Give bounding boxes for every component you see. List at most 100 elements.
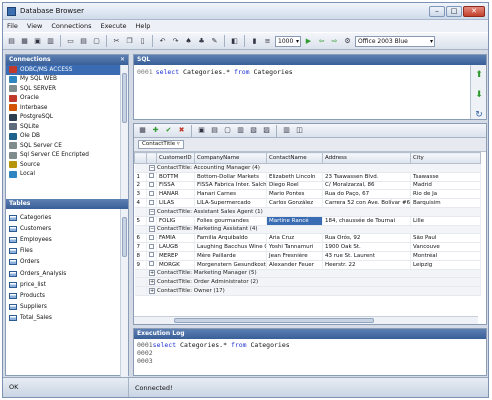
minimize-button[interactable]: – — [429, 5, 445, 17]
copy-icon[interactable]: ❐ — [124, 36, 135, 47]
table-item[interactable]: Customers — [6, 223, 128, 234]
cut-icon[interactable]: ✂ — [111, 36, 122, 47]
checkbox-icon[interactable] — [149, 173, 154, 179]
table-item[interactable]: Orders_Analysis — [6, 268, 128, 279]
company-name-cell[interactable]: Bottom-Dollar Markets — [194, 172, 267, 182]
maximize-button[interactable]: □ — [446, 5, 462, 17]
column-header[interactable]: City — [410, 152, 481, 164]
customer-id-cell[interactable]: FAMIA — [156, 233, 195, 244]
contact-name-cell[interactable]: Carlos González — [266, 198, 323, 208]
customer-id-cell[interactable]: MORGK — [156, 260, 195, 270]
connection-item[interactable]: Sql Server CE Encripted — [6, 151, 128, 161]
row-checkbox[interactable] — [146, 181, 157, 191]
new-icon[interactable]: ▤ — [6, 36, 17, 47]
table-row[interactable]: 3 HANAR Hanari Carnes Mario Pontes Rua do Pa… — [134, 189, 481, 200]
tables-scrollbar[interactable] — [120, 209, 128, 385]
grid-icon[interactable]: ▦ — [137, 125, 148, 136]
close-icon[interactable]: ✕ — [120, 55, 125, 65]
column-header[interactable]: CustomerID — [156, 152, 195, 164]
address-cell[interactable]: C/ Moralzarzal, 86 — [322, 181, 411, 191]
company-name-cell[interactable]: Hanari Carnes — [194, 189, 267, 200]
company-name-cell[interactable]: Morgenstern Gesundkost — [194, 260, 267, 270]
group-row[interactable]: − ContactTitle: Marketing Assistant (4) — [134, 225, 481, 235]
row-checkbox[interactable] — [146, 260, 157, 270]
row-number[interactable]: 5 — [134, 216, 147, 226]
city-cell[interactable]: Tsawasse — [410, 172, 481, 182]
address-cell[interactable]: 184, chaussée de Tournai — [322, 216, 411, 226]
checkbox-icon[interactable] — [149, 199, 154, 205]
save-icon[interactable]: ▣ — [32, 36, 43, 47]
company-name-cell[interactable]: Mère Paillarde — [194, 251, 267, 261]
address-cell[interactable]: 43 rue St. Laurent — [322, 251, 411, 261]
checkbox-icon[interactable] — [149, 190, 154, 196]
checkbox-icon[interactable] — [149, 261, 154, 267]
table-item[interactable]: Suppliers — [6, 302, 128, 313]
table-row[interactable]: 1 BOTTM Bottom-Dollar Markets Elizabeth Lin… — [134, 172, 481, 182]
filter-icon[interactable]: ▨ — [261, 125, 272, 136]
connection-item[interactable]: SQL Server CE — [6, 141, 128, 151]
address-cell[interactable]: Rua do Paço, 67 — [322, 189, 411, 200]
group-row[interactable]: + ContactTitle: Order Administrator (2) — [134, 277, 481, 288]
contact-name-cell[interactable]: Diego Roel — [266, 181, 323, 191]
contact-name-cell[interactable]: Yoshi Tannamuri — [266, 242, 323, 252]
row-number[interactable]: 9 — [134, 260, 147, 270]
connection-item[interactable]: SQLite — [6, 122, 128, 132]
connections-scrollbar[interactable] — [120, 65, 128, 199]
grid-horizontal-scrollbar[interactable] — [134, 316, 478, 324]
row-checkbox[interactable] — [146, 216, 157, 226]
connection-item[interactable]: Interbase — [6, 103, 128, 113]
close-button[interactable]: ✕ — [463, 5, 485, 17]
customer-id-cell[interactable]: LAUGB — [156, 242, 195, 252]
table-row[interactable]: 5 FOLIG Folies gourmandes Martine Rancé 184,… — [134, 216, 481, 226]
open-icon[interactable]: ▦ — [19, 36, 30, 47]
cursor-icon[interactable]: ▮ — [249, 36, 260, 47]
city-cell[interactable]: São Paul — [410, 233, 481, 244]
menu-execute[interactable]: Execute — [101, 22, 127, 30]
company-name-cell[interactable]: Familia Arquibaldo — [194, 233, 267, 244]
menu-view[interactable]: View — [27, 22, 42, 30]
customer-id-cell[interactable]: MEREP — [156, 251, 195, 261]
expand-icon[interactable]: + — [149, 279, 155, 286]
table-item[interactable]: Orders — [6, 257, 128, 268]
address-cell[interactable]: 23 Tsawassen Blvd. — [322, 172, 411, 182]
options-icon[interactable]: ⚙ — [342, 36, 353, 47]
menu-help[interactable]: Help — [136, 22, 151, 30]
address-cell[interactable]: Carrera 52 con Ave. Bolívar #65-98 Llano… — [322, 198, 411, 208]
city-cell[interactable]: Leipzig — [410, 260, 481, 270]
print-icon[interactable]: ▤ — [209, 125, 220, 136]
row-number[interactable]: 2 — [134, 181, 147, 191]
font-icon[interactable]: ✎ — [209, 36, 220, 47]
replace-icon[interactable]: ♣ — [196, 36, 207, 47]
group-field-tag[interactable]: ContactTitle ▿ — [138, 140, 184, 149]
table-item[interactable]: price_list — [6, 279, 128, 290]
undo-icon[interactable]: ↶ — [157, 36, 168, 47]
group-row[interactable]: − ContactTitle: Assistant Sales Agent (1) — [134, 207, 481, 217]
menu-file[interactable]: File — [7, 22, 18, 30]
down-arrow-icon[interactable]: ⬇ — [473, 89, 485, 101]
redo-icon[interactable]: ↷ — [170, 36, 181, 47]
columns-icon[interactable]: ▥ — [281, 125, 292, 136]
row-number[interactable]: 8 — [134, 251, 147, 261]
address-cell[interactable]: Heerstr. 22 — [322, 260, 411, 270]
contact-name-cell[interactable]: Mario Pontes — [266, 189, 323, 200]
row-checkbox[interactable] — [146, 198, 157, 208]
group-row[interactable]: + ContactTitle: Marketing Manager (5) — [134, 269, 481, 279]
column-header[interactable]: CompanyName — [194, 152, 267, 164]
back-icon[interactable]: ⇦ — [316, 36, 327, 47]
table-item[interactable]: Employees — [6, 234, 128, 245]
table-row[interactable]: 8 MEREP Mère Paillarde Jean Fresnière 43 rue… — [134, 251, 481, 261]
address-cell[interactable]: Rua Orós, 92 — [322, 233, 411, 244]
table-row[interactable]: 4 LILAS LILA-Supermercado Carlos González Ca… — [134, 198, 481, 208]
menu-connections[interactable]: Connections — [51, 22, 91, 30]
contact-name-cell[interactable]: Alexander Feuer — [266, 260, 323, 270]
checkbox-icon[interactable] — [149, 252, 154, 258]
city-cell[interactable]: Barquisim — [410, 198, 481, 208]
row-checkbox[interactable] — [146, 233, 157, 244]
group-row[interactable]: − ContactTitle: Accounting Manager (4) — [134, 163, 481, 173]
chart-icon[interactable]: ▧ — [248, 125, 259, 136]
export-icon[interactable]: ▥ — [235, 125, 246, 136]
company-name-cell[interactable]: LILA-Supermercado — [194, 198, 267, 208]
connection-item[interactable]: PostgreSQL — [6, 113, 128, 123]
refresh-icon[interactable]: ↻ — [473, 109, 485, 121]
row-number[interactable]: 6 — [134, 233, 147, 244]
